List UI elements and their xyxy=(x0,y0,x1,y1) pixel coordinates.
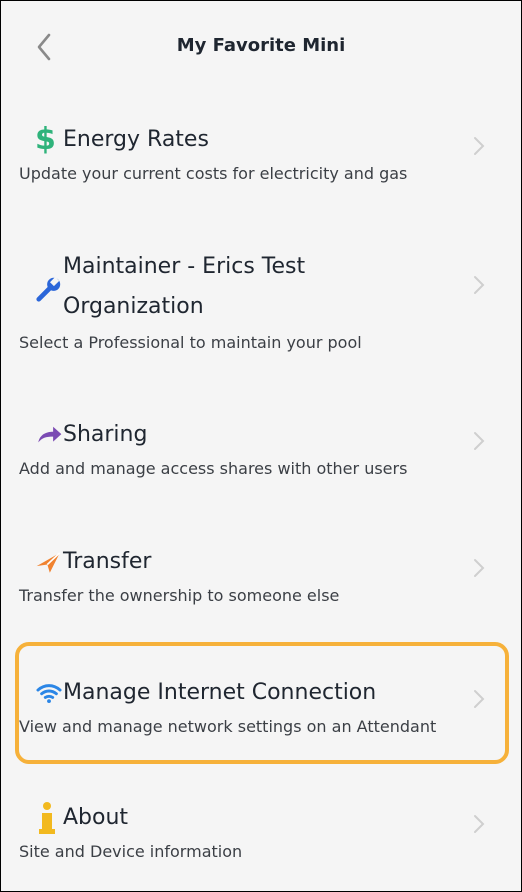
menu-item-label: Manage Internet Connection xyxy=(63,680,377,705)
wifi-icon xyxy=(17,673,63,713)
menu-item-subtitle: Site and Device information xyxy=(19,842,243,861)
menu-item-subtitle: Update your current costs for electricit… xyxy=(19,164,408,183)
chevron-right-icon xyxy=(471,134,487,158)
menu-item-subtitle: Add and manage access shares with other … xyxy=(19,459,408,478)
menu-item-energy-rates[interactable]: $ Energy Rates Update your current costs… xyxy=(17,120,509,183)
menu-item-label: Sharing xyxy=(63,422,148,447)
chevron-right-icon xyxy=(471,812,487,836)
menu-item-sharing[interactable]: Sharing Add and manage access shares wit… xyxy=(17,415,509,478)
paper-plane-icon xyxy=(17,542,63,582)
top-bar: My Favorite Mini xyxy=(1,1,521,91)
menu-item-subtitle: Transfer the ownership to someone else xyxy=(19,586,340,605)
menu-item-subtitle: Select a Professional to maintain your p… xyxy=(19,333,362,352)
menu-item-label-line2: Organization xyxy=(63,294,204,319)
menu-item-label: Energy Rates xyxy=(63,127,209,152)
menu-item-subtitle: View and manage network settings on an A… xyxy=(19,717,437,736)
chevron-right-icon xyxy=(471,429,487,453)
chevron-right-icon xyxy=(471,273,487,297)
chevron-right-icon xyxy=(471,556,487,580)
menu-item-label: About xyxy=(63,805,129,830)
page-title: My Favorite Mini xyxy=(176,35,346,56)
menu-item-label: Transfer xyxy=(63,549,152,574)
wrench-icon xyxy=(17,249,63,329)
chevron-right-icon xyxy=(471,687,487,711)
menu-item-transfer[interactable]: Transfer Transfer the ownership to someo… xyxy=(17,542,509,605)
menu-item-manage-internet[interactable]: Manage Internet Connection View and mana… xyxy=(17,673,509,736)
menu-item-maintainer[interactable]: Maintainer - Erics Test Organization Sel… xyxy=(17,249,509,352)
dollar-icon: $ xyxy=(35,122,56,157)
app-frame: My Favorite Mini $ Energy Rates Update y… xyxy=(0,0,522,892)
share-arrow-icon xyxy=(17,415,63,455)
menu-item-label: Maintainer - Erics Test xyxy=(63,254,306,279)
menu-item-about[interactable]: About Site and Device information xyxy=(17,798,509,861)
info-icon xyxy=(17,798,63,838)
